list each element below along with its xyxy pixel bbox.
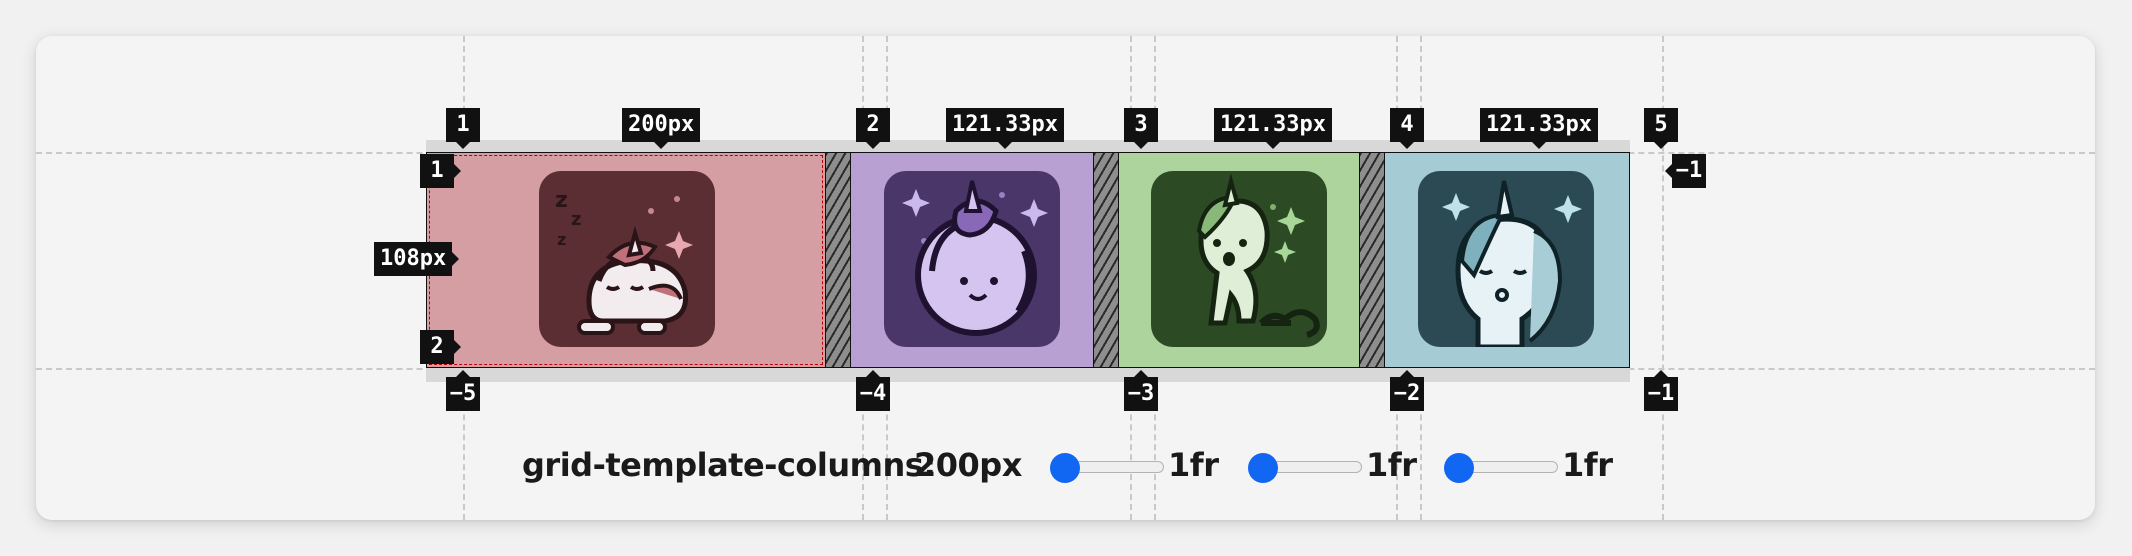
slider-thumb[interactable] xyxy=(1248,453,1278,483)
column-size-label: 121.33px xyxy=(1214,108,1332,149)
column-3-fr-slider[interactable] xyxy=(1248,453,1362,483)
kissing-unicorn-tile xyxy=(1418,171,1594,347)
sleeping-unicorn-icon: z z z xyxy=(539,171,715,347)
column-4-fr-value: 1fr xyxy=(1562,446,1613,484)
svg-text:z: z xyxy=(571,209,581,230)
column-size-label: 121.33px xyxy=(1480,108,1598,149)
sleeping-unicorn-tile: z z z xyxy=(539,171,715,347)
grid-item-4 xyxy=(1384,152,1630,368)
column-line-negative-number: −5 xyxy=(446,370,480,411)
dancing-unicorn-tile xyxy=(1151,171,1327,347)
curled-unicorn-tile xyxy=(884,171,1060,347)
column-line-negative-number: −3 xyxy=(1124,370,1158,411)
grid-item-2 xyxy=(850,152,1094,368)
dancing-unicorn-icon xyxy=(1151,171,1327,347)
column-line-number: 4 xyxy=(1390,108,1424,149)
svg-text:z: z xyxy=(555,188,568,213)
slider-thumb[interactable] xyxy=(1444,453,1474,483)
column-4-fr-slider[interactable] xyxy=(1444,453,1558,483)
column-size-label: 121.33px xyxy=(946,108,1064,149)
column-line-negative-number: −2 xyxy=(1390,370,1424,411)
column-gap xyxy=(1360,152,1384,368)
grid-item-3 xyxy=(1118,152,1360,368)
row-line-number: 2 xyxy=(420,330,461,364)
column-line-negative-number: −1 xyxy=(1644,370,1678,411)
column-size-label: 200px xyxy=(622,108,701,149)
row-line-number: 1 xyxy=(420,154,461,188)
row-line-negative-number: −1 xyxy=(1665,154,1706,188)
column-3-fr-value: 1fr xyxy=(1366,446,1417,484)
column-2-fr-value: 1fr xyxy=(1168,446,1219,484)
column-line-negative-number: −4 xyxy=(856,370,890,411)
column-line-number: 3 xyxy=(1124,108,1158,149)
column-line-number: 5 xyxy=(1644,108,1678,149)
column-gap xyxy=(826,152,850,368)
kissing-unicorn-icon xyxy=(1418,171,1594,347)
column-line-number: 1 xyxy=(446,108,480,149)
column-2-fr-slider[interactable] xyxy=(1050,453,1164,483)
column-line-number: 2 xyxy=(856,108,890,149)
grid-template-columns-label: grid-template-columns: xyxy=(522,446,936,484)
grid-item-1: z z z xyxy=(426,152,826,368)
first-column-value: 200px xyxy=(914,446,1022,484)
slider-thumb[interactable] xyxy=(1050,453,1080,483)
column-gap xyxy=(1094,152,1118,368)
curled-unicorn-icon xyxy=(884,171,1060,347)
row-size-label: 108px xyxy=(374,242,460,276)
svg-text:z: z xyxy=(557,230,566,249)
